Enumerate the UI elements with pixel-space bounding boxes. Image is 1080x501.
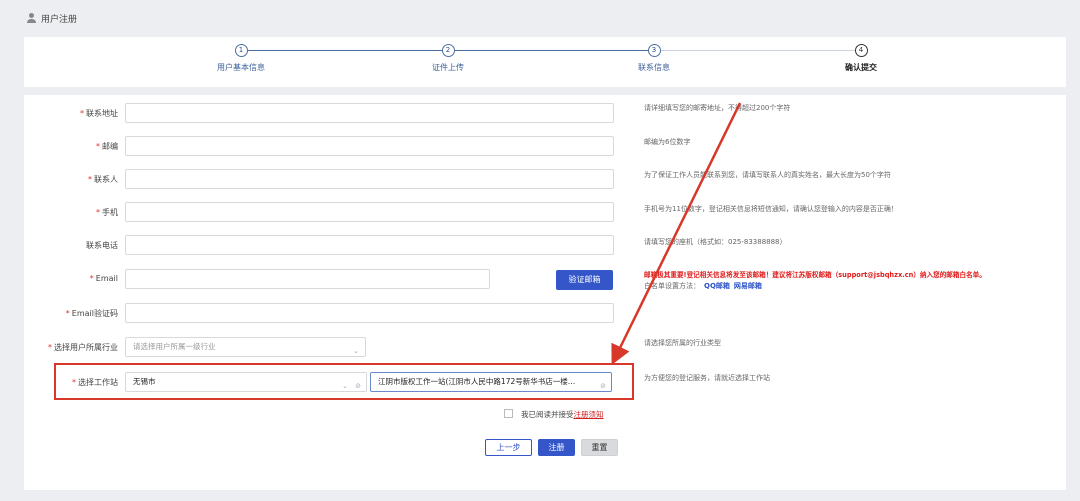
- address-input[interactable]: [125, 103, 614, 123]
- email-code-label-wrap: * Email验证码: [65, 309, 118, 318]
- terms-link[interactable]: 注册须知: [574, 410, 604, 419]
- step-4-number: 4: [854, 44, 868, 57]
- whitelist-prefix: 白名单设置方法：: [644, 282, 700, 290]
- industry-hint: 请选择您所属的行业类型: [644, 339, 721, 347]
- registration-form: * 联系地址 请详细填写您的邮寄地址，不得超过200个字符 * 邮编 邮编为6位数字…: [24, 95, 1066, 490]
- industry-label: 选择用户所属行业: [54, 343, 118, 352]
- mobile-label-wrap: * 手机: [96, 208, 118, 217]
- email-warning-hint: 邮箱极其重要!登记相关信息将发至该邮箱！建议将江苏版权邮箱（support@js…: [644, 271, 986, 279]
- chevron-down-icon: ⌄: [353, 347, 359, 355]
- page-title: 用户注册: [41, 14, 78, 25]
- contact-hint: 为了保证工作人员能联系到您，请填写联系人的真实姓名，最大长度为50个字符: [644, 171, 891, 179]
- phone-hint: 请填写您的座机（格式如：025-83388888）: [644, 238, 787, 246]
- email-label: Email: [95, 274, 118, 283]
- address-hint: 请详细填写您的邮寄地址，不得超过200个字符: [644, 104, 791, 112]
- step-2-label: 证件上传: [432, 63, 464, 72]
- industry-select[interactable]: 请选择用户所属一级行业 ⌄: [125, 337, 366, 357]
- reset-button[interactable]: 重置: [581, 439, 618, 456]
- mobile-label: 手机: [102, 208, 118, 217]
- phone-label: 联系电话: [86, 241, 118, 250]
- email-label-wrap: * Email: [89, 274, 118, 283]
- page-header: 用户注册: [0, 0, 1080, 36]
- agreement-row: 我已阅读并接受注册须知: [504, 409, 604, 420]
- contact-label-wrap: * 联系人: [88, 175, 118, 184]
- step-1-label: 用户基本信息: [217, 63, 265, 72]
- email-code-input[interactable]: [125, 303, 614, 323]
- phone-input[interactable]: [125, 235, 614, 255]
- step-3-number: 3: [647, 44, 661, 57]
- mobile-hint: 手机号为11位数字，登记相关信息将短信通知，请确认您登输入的内容是否正确！: [644, 205, 898, 213]
- step-1-number: 1: [234, 44, 248, 57]
- step-3-label: 联系信息: [638, 63, 670, 72]
- agree-checkbox[interactable]: [504, 409, 513, 418]
- annotation-highlight-box: [54, 363, 634, 400]
- step-4-label: 确认提交: [845, 63, 877, 72]
- whitelist-hint: 白名单设置方法： QQ邮箱 网易邮箱: [644, 281, 762, 291]
- step-3: 3 联系信息: [594, 44, 714, 73]
- industry-placeholder: 请选择用户所属一级行业: [133, 342, 216, 351]
- verify-email-button[interactable]: 验证邮箱: [556, 270, 613, 290]
- netease-mail-link[interactable]: 网易邮箱: [734, 282, 762, 290]
- user-icon: [26, 12, 37, 24]
- contact-input[interactable]: [125, 169, 614, 189]
- register-button[interactable]: 注册: [538, 439, 575, 456]
- qq-mail-link[interactable]: QQ邮箱: [704, 282, 730, 290]
- email-code-label: Email验证码: [71, 309, 118, 318]
- address-label-wrap: * 联系地址: [80, 109, 118, 118]
- mobile-input[interactable]: [125, 202, 614, 222]
- postcode-label-wrap: * 邮编: [96, 142, 118, 151]
- step-2: 2 证件上传: [388, 44, 508, 73]
- phone-label-wrap: 联系电话: [24, 235, 118, 257]
- contact-label: 联系人: [94, 175, 118, 184]
- email-input[interactable]: [125, 269, 490, 289]
- postcode-label: 邮编: [102, 142, 118, 151]
- agree-text: 我已阅读并接受: [521, 410, 574, 419]
- workstation-hint: 为方便您的登记服务，请就近选择工作站: [644, 374, 770, 382]
- step-2-number: 2: [441, 44, 455, 57]
- progress-steps: 1 用户基本信息 2 证件上传 3 联系信息 4 确认提交: [24, 37, 1066, 87]
- postcode-hint: 邮编为6位数字: [644, 138, 691, 146]
- step-1: 1 用户基本信息: [181, 44, 301, 73]
- industry-label-wrap: * 选择用户所属行业: [48, 343, 118, 352]
- prev-step-button[interactable]: 上一步: [485, 439, 532, 456]
- address-label: 联系地址: [86, 109, 118, 118]
- postcode-input[interactable]: [125, 136, 614, 156]
- step-4: 4 确认提交: [801, 44, 921, 73]
